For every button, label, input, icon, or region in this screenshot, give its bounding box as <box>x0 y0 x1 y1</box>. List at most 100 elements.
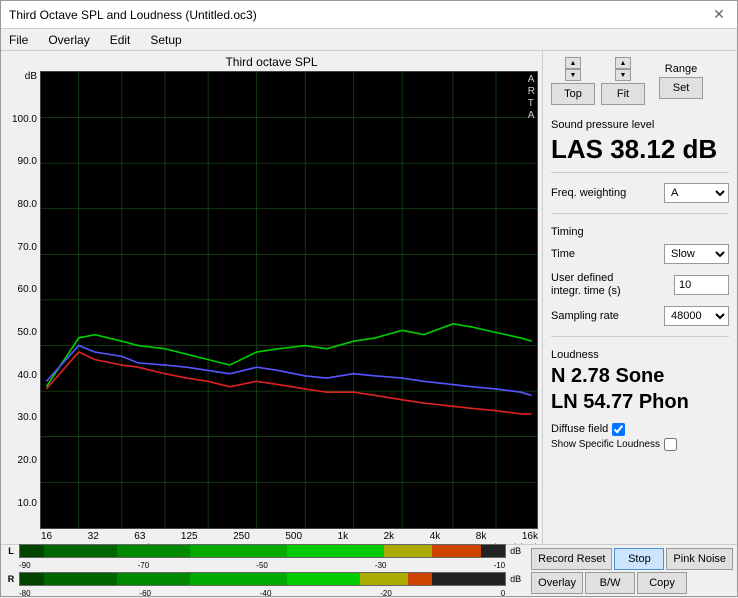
x-tick-8k: 8k <box>476 531 487 542</box>
diffuse-field-checkbox[interactable] <box>612 423 625 436</box>
menu-setup[interactable]: Setup <box>146 32 185 48</box>
sampling-rate-select[interactable]: 44100 48000 96000 <box>664 306 729 326</box>
top-spinner: ▲ ▼ <box>565 57 581 81</box>
meter-row-r: R dB <box>5 572 521 586</box>
fit-spinner: ▲ ▼ <box>615 57 631 81</box>
x-tick-1k: 1k <box>338 531 349 542</box>
menu-overlay[interactable]: Overlay <box>44 32 93 48</box>
y-axis: dB 100.0 90.0 80.0 70.0 60.0 50.0 40.0 3… <box>5 71 40 529</box>
content-area: Third octave SPL dB 100.0 90.0 80.0 70.0… <box>1 51 737 544</box>
level-meter: L dB -90 -70 -50 -30 -10 <box>5 544 525 598</box>
action-buttons-row2: Overlay B/W Copy <box>531 572 733 594</box>
y-tick-50: 50.0 <box>18 327 37 338</box>
y-tick-10: 10.0 <box>18 498 37 509</box>
y-label-db: dB <box>25 71 37 82</box>
meter-row-l: L dB <box>5 544 521 558</box>
scale-r-80: -80 <box>19 589 31 598</box>
range-label: Range <box>665 63 697 75</box>
menu-file[interactable]: File <box>5 32 32 48</box>
main-window: Third Octave SPL and Loudness (Untitled.… <box>0 0 738 597</box>
chart-panel: Third octave SPL dB 100.0 90.0 80.0 70.0… <box>1 51 542 544</box>
scale-70: -70 <box>138 561 150 570</box>
chart-area: dB 100.0 90.0 80.0 70.0 60.0 50.0 40.0 3… <box>5 71 538 529</box>
stop-button[interactable]: Stop <box>614 548 664 570</box>
title-bar: Third Octave SPL and Loudness (Untitled.… <box>1 1 737 29</box>
bw-button[interactable]: B/W <box>585 572 635 594</box>
x-tick-2k: 2k <box>384 531 395 542</box>
y-tick-90: 90.0 <box>18 156 37 167</box>
time-select[interactable]: Slow Fast Impulse <box>664 244 729 264</box>
bottom-bar: L dB -90 -70 -50 -30 -10 <box>1 544 737 596</box>
x-axis: 16 32 63 125 250 500 1k 2k 4k 8k 16k <box>5 529 538 542</box>
y-tick-100: 100.0 <box>12 114 37 125</box>
fit-up-btn[interactable]: ▲ <box>615 57 631 69</box>
loudness-options: Diffuse field Show Specific Loudness <box>551 421 729 453</box>
x-tick-32: 32 <box>88 531 99 542</box>
top-down-btn[interactable]: ▼ <box>565 69 581 81</box>
x-tick-125: 125 <box>181 531 198 542</box>
db-label-l: dB <box>510 546 521 556</box>
x-tick-500: 500 <box>285 531 302 542</box>
y-tick-20: 20.0 <box>18 455 37 466</box>
pink-noise-button[interactable]: Pink Noise <box>666 548 733 570</box>
x-tick-4k: 4k <box>430 531 441 542</box>
chart-title: Third octave SPL <box>5 55 538 69</box>
action-buttons: Record Reset Stop Pink Noise Overlay B/W… <box>531 548 733 594</box>
menu-edit[interactable]: Edit <box>106 32 135 48</box>
channel-l-label: L <box>5 546 17 556</box>
show-specific-checkbox[interactable] <box>664 438 677 451</box>
menu-bar: File Overlay Edit Setup <box>1 29 737 51</box>
sampling-rate-row: Sampling rate 44100 48000 96000 <box>551 306 729 326</box>
spl-section-label: Sound pressure level <box>551 119 729 131</box>
user-defined-input[interactable] <box>674 275 729 295</box>
copy-button[interactable]: Copy <box>637 572 687 594</box>
freq-weighting-select[interactable]: A B C Z <box>664 183 729 203</box>
arta-label: ARTA <box>528 74 535 122</box>
spl-value: LAS 38.12 dB <box>551 135 729 164</box>
meter-scale-labels: -90 -70 -50 -30 -10 <box>5 561 521 570</box>
loudness-section-label: Loudness <box>551 349 729 361</box>
loudness-ln-value: LN 54.77 Phon <box>551 391 729 413</box>
x-tick-63: 63 <box>134 531 145 542</box>
fit-button[interactable]: Fit <box>601 83 645 105</box>
freq-weighting-label: Freq. weighting <box>551 187 626 199</box>
scale-r-20: -20 <box>380 589 392 598</box>
scale-r-60: -60 <box>139 589 151 598</box>
x-tick-250: 250 <box>233 531 250 542</box>
loudness-n-value: N 2.78 Sone <box>551 365 729 387</box>
scale-50: -50 <box>256 561 268 570</box>
y-tick-70: 70.0 <box>18 242 37 253</box>
action-buttons-row1: Record Reset Stop Pink Noise <box>531 548 733 570</box>
chart-content[interactable]: ARTA <box>40 71 538 529</box>
y-tick-80: 80.0 <box>18 199 37 210</box>
y-tick-30: 30.0 <box>18 412 37 423</box>
scale-90: -90 <box>19 561 31 570</box>
top-button[interactable]: Top <box>551 83 595 105</box>
fit-down-btn[interactable]: ▼ <box>615 69 631 81</box>
freq-weighting-row: Freq. weighting A B C Z <box>551 183 729 203</box>
y-tick-60: 60.0 <box>18 284 37 295</box>
time-label: Time <box>551 248 575 260</box>
set-button[interactable]: Set <box>659 77 703 99</box>
top-up-btn[interactable]: ▲ <box>565 57 581 69</box>
scale-r-0: 0 <box>501 589 505 598</box>
db-label-r: dB <box>510 574 521 584</box>
close-button[interactable]: ✕ <box>709 5 729 25</box>
scale-r-40: -40 <box>260 589 272 598</box>
time-row: Time Slow Fast Impulse <box>551 244 729 264</box>
user-defined-row: User definedintegr. time (s) <box>551 272 729 298</box>
scale-30: -30 <box>375 561 387 570</box>
diffuse-field-row: Diffuse field <box>551 423 729 436</box>
nav-controls: ▲ ▼ Top ▲ ▼ Fit Range Set <box>551 57 729 105</box>
right-panel: ▲ ▼ Top ▲ ▼ Fit Range Set <box>542 51 737 544</box>
meter-scale-labels-r: -80 -60 -40 -20 0 <box>5 589 521 598</box>
channel-r-label: R <box>5 574 17 584</box>
divider-1 <box>551 172 729 173</box>
sampling-rate-label: Sampling rate <box>551 310 619 322</box>
timing-section-label: Timing <box>551 226 729 238</box>
divider-2 <box>551 213 729 214</box>
record-reset-button[interactable]: Record Reset <box>531 548 612 570</box>
meter-bar-r <box>19 572 506 586</box>
overlay-button[interactable]: Overlay <box>531 572 583 594</box>
divider-3 <box>551 336 729 337</box>
